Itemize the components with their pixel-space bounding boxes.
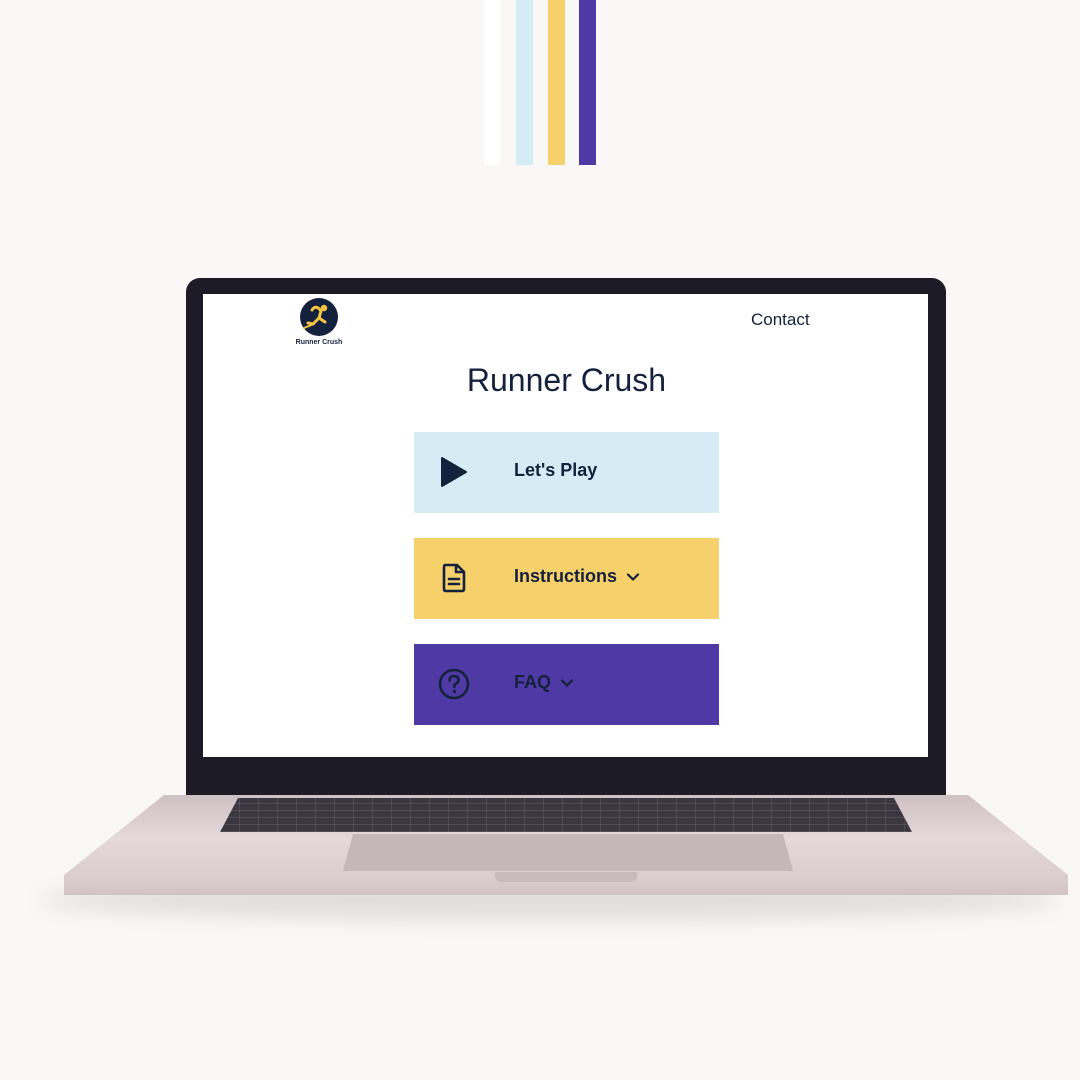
lets-play-label: Let's Play xyxy=(514,460,598,480)
laptop-trackpad xyxy=(343,834,793,871)
logo-text: Runner Crush xyxy=(295,339,343,346)
instructions-button[interactable]: Instructions xyxy=(414,538,719,619)
play-icon xyxy=(438,456,470,488)
chevron-down-icon xyxy=(626,572,640,581)
chevron-down-icon xyxy=(560,678,574,687)
instructions-label: Instructions xyxy=(514,566,618,586)
laptop-mockup: Runner Crush Contact Runner Crush Let's … xyxy=(0,0,1080,1080)
nav-contact-link[interactable]: Contact xyxy=(751,310,810,330)
laptop-keyboard xyxy=(220,798,912,832)
page-title: Runner Crush xyxy=(466,362,667,398)
document-icon xyxy=(438,562,470,594)
question-circle-icon xyxy=(438,668,470,700)
faq-label: FAQ xyxy=(514,672,552,692)
site-logo[interactable]: Runner Crush xyxy=(295,298,342,348)
runner-logo-icon xyxy=(300,298,338,336)
laptop-screen: Runner Crush Contact Runner Crush Let's … xyxy=(203,294,928,757)
faq-button[interactable]: FAQ xyxy=(414,644,719,725)
lets-play-button[interactable]: Let's Play xyxy=(414,432,719,513)
laptop-notch xyxy=(495,872,637,882)
